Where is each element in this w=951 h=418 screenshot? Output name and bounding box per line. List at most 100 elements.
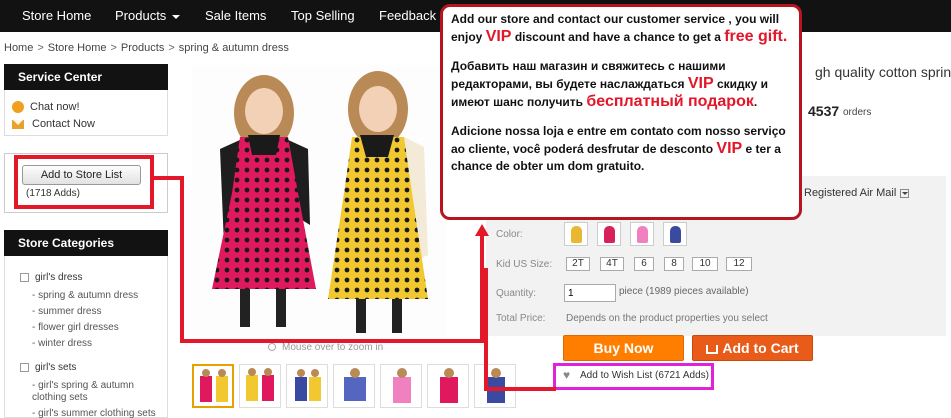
category-item[interactable]: girl's spring & autumn clothing sets — [32, 380, 142, 404]
thumbnail[interactable] — [239, 364, 281, 408]
color-swatch[interactable] — [597, 222, 621, 246]
promo-portuguese: Adicione nossa loja e entre em contato c… — [451, 123, 791, 175]
thumbnail[interactable] — [192, 364, 234, 408]
product-photo — [212, 71, 428, 333]
category-girls-sets[interactable]: girl's sets — [20, 362, 76, 373]
size-option[interactable]: 6 — [634, 257, 654, 271]
swatch-dress — [637, 226, 648, 243]
contact-now-link[interactable]: Contact Now — [12, 118, 95, 130]
promo-english: Add our store and contact our customer s… — [451, 11, 791, 46]
swatch-dress — [571, 226, 582, 243]
service-center-header: Service Center — [4, 64, 168, 90]
magnifier-icon — [268, 343, 276, 352]
zoom-hint-text: Mouse over to zoom in — [282, 342, 384, 353]
breadcrumb-current: spring & autumn dress — [178, 42, 289, 54]
quantity-input[interactable] — [564, 284, 616, 302]
promo-highlight: VIP — [687, 75, 714, 92]
chat-now-label: Chat now! — [30, 101, 80, 113]
highlight-frame — [14, 155, 154, 209]
arrow-up-icon — [475, 224, 489, 236]
shipping-method-select[interactable]: Registered Air Mail — [804, 187, 910, 199]
thumbnail[interactable] — [427, 364, 469, 408]
promo-text: . — [753, 95, 758, 109]
breadcrumb-separator: > — [37, 42, 44, 54]
category-item[interactable]: girl's summer clothing sets — [32, 408, 162, 418]
nav-products[interactable]: Products — [115, 0, 181, 32]
nav-store-home[interactable]: Store Home — [22, 0, 91, 32]
thumbnail-photo — [440, 368, 458, 403]
thumbnail-photo — [295, 369, 321, 401]
size-option[interactable]: 12 — [726, 257, 752, 271]
product-title: gh quality cotton spring — [815, 64, 951, 80]
buy-now-button[interactable]: Buy Now — [563, 335, 684, 361]
heart-icon: ♥ — [563, 368, 571, 383]
promo-text: discount and have a chance to get a — [511, 30, 725, 44]
size-option[interactable]: 2T — [566, 257, 590, 271]
thumbnail-photo — [344, 368, 366, 401]
quantity-availability: piece (1989 pieces available) — [619, 286, 749, 297]
chevron-down-icon — [900, 188, 910, 198]
total-price-note: Depends on the product properties you se… — [566, 313, 768, 324]
add-to-wish-list-link[interactable]: ♥ Add to Wish List (6721 Adds) — [563, 368, 709, 383]
swatch-dress — [604, 226, 615, 243]
breadcrumb-products[interactable]: Products — [121, 42, 164, 54]
category-item[interactable]: spring & autumn dress — [32, 290, 138, 302]
promo-highlight: бесплатный подарок — [586, 93, 754, 110]
connector-line — [180, 339, 484, 343]
promo-highlight: free gift. — [724, 28, 788, 45]
category-item[interactable]: winter dress — [32, 338, 92, 350]
add-to-cart-button[interactable]: Add to Cart — [692, 335, 813, 361]
thumbnail[interactable] — [333, 364, 375, 408]
chat-now-link[interactable]: Chat now! — [12, 101, 80, 114]
thumbnail-photo — [246, 368, 274, 401]
orders-label: orders — [843, 107, 872, 118]
chevron-down-icon — [172, 14, 181, 19]
connector-line — [180, 176, 184, 343]
swatch-dress — [670, 226, 681, 243]
breadcrumb: Home > Store Home > Products > spring & autumn… — [4, 42, 289, 54]
thumbnail[interactable] — [286, 364, 328, 408]
nav-top-selling[interactable]: Top Selling — [291, 0, 355, 32]
total-price-label: Total Price: — [496, 313, 546, 324]
color-swatch[interactable] — [630, 222, 654, 246]
cart-icon — [706, 344, 719, 354]
thumbnail-photo — [393, 368, 411, 403]
color-label: Color: — [496, 229, 523, 240]
category-girls-dress[interactable]: girl's dress — [20, 272, 82, 283]
connector-line — [154, 176, 182, 180]
nav-feedback[interactable]: Feedback — [379, 0, 436, 32]
size-option[interactable]: 4T — [600, 257, 624, 271]
connector-line — [484, 387, 556, 391]
breadcrumb-home[interactable]: Home — [4, 42, 33, 54]
thumbnail[interactable] — [380, 364, 422, 408]
size-label: Kid US Size: — [496, 259, 553, 270]
thumbnail-photo — [200, 369, 228, 402]
promo-russian: Добавить наш магазин и свяжитесь с нашим… — [451, 58, 791, 111]
nav-products-label: Products — [115, 8, 167, 23]
size-option[interactable]: 10 — [692, 257, 718, 271]
shipping-method-label: Registered Air Mail — [804, 187, 897, 199]
thumbnail[interactable] — [474, 364, 516, 408]
nav-sale-items[interactable]: Sale Items — [205, 0, 266, 32]
store-categories-header: Store Categories — [4, 230, 168, 256]
zoom-hint: Mouse over to zoom in — [268, 342, 383, 353]
orders-count: 4537 — [808, 103, 840, 119]
breadcrumb-separator: > — [110, 42, 117, 54]
connector-line — [484, 268, 488, 390]
category-item[interactable]: summer dress — [32, 306, 101, 318]
mail-icon — [12, 119, 24, 129]
breadcrumb-separator: > — [168, 42, 175, 54]
size-option[interactable]: 8 — [664, 257, 684, 271]
wish-list-label: Add to Wish List (6721 Adds) — [580, 370, 709, 381]
breadcrumb-store-home[interactable]: Store Home — [48, 42, 107, 54]
promo-message-box: Add our store and contact our customer s… — [440, 4, 802, 220]
promo-highlight: VIP — [716, 140, 743, 157]
add-to-cart-label: Add to Cart — [722, 340, 799, 356]
category-item[interactable]: flower girl dresses — [32, 322, 119, 334]
color-swatch[interactable] — [564, 222, 588, 246]
product-main-image[interactable] — [192, 65, 447, 337]
color-swatch[interactable] — [663, 222, 687, 246]
contact-now-label: Contact Now — [32, 118, 95, 130]
promo-highlight: VIP — [485, 28, 512, 45]
quantity-label: Quantity: — [496, 288, 537, 299]
